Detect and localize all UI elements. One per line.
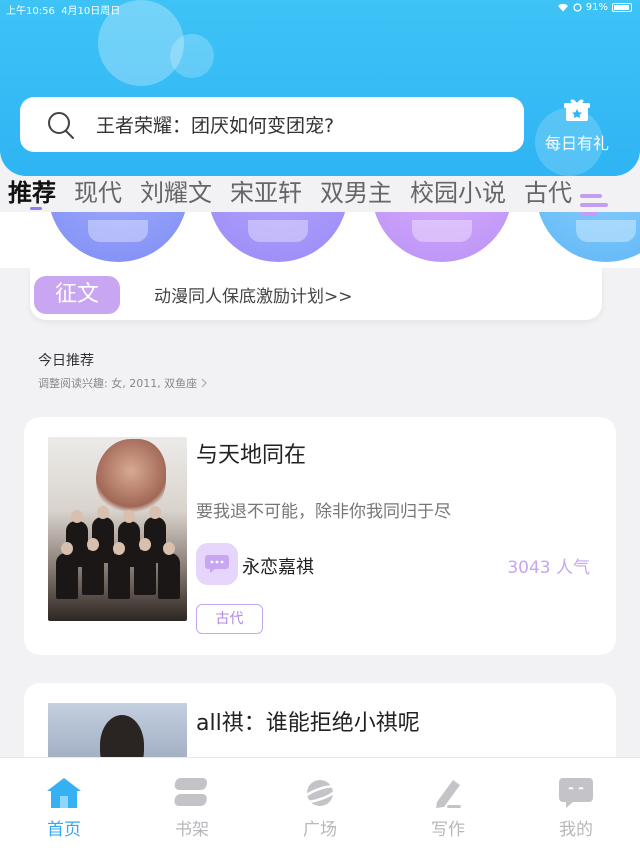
notice-badge: 征文 — [34, 276, 120, 314]
author-name[interactable]: 永恋嘉祺 — [242, 553, 314, 579]
nav-home[interactable]: 首页 — [0, 758, 128, 853]
profile-chat-icon — [559, 778, 593, 808]
bottom-nav: 首页 书架 广场 写作 我的 — [0, 757, 640, 853]
interest-settings-link[interactable]: 调整阅读兴趣: 女, 2011, 双鱼座 — [38, 375, 208, 391]
daily-gift-label: 每日有礼 — [544, 134, 609, 153]
nav-profile-label: 我的 — [559, 820, 593, 840]
book-title: all祺：谁能拒绝小祺呢 — [196, 711, 420, 736]
book-cover — [48, 437, 187, 621]
search-bar[interactable]: 王者荣耀：团厌如何变团宠? — [20, 97, 524, 152]
nav-profile[interactable]: 我的 — [512, 758, 640, 853]
status-date: 4月10日周日 — [61, 6, 121, 17]
category-circle[interactable] — [208, 212, 348, 262]
daily-gift-button[interactable]: 每日有礼 — [540, 98, 614, 154]
section-title: 今日推荐 — [38, 353, 94, 369]
category-tabs: 推荐 现代 刘耀文 宋亚轩 双男主 校园小说 古代 — [0, 176, 640, 212]
nav-square-label: 广场 — [303, 820, 337, 840]
nav-bookshelf-label: 书架 — [175, 820, 209, 840]
nav-square[interactable]: 广场 — [256, 758, 384, 853]
gift-icon — [564, 99, 590, 121]
nav-write-label: 写作 — [431, 820, 465, 840]
book-card[interactable]: 与天地同在 要我退不可能，除非你我同归于尽 永恋嘉祺 3043 人气 古代 — [24, 417, 616, 655]
chevron-right-icon — [201, 378, 208, 388]
tab-menu-icon[interactable] — [574, 188, 614, 228]
header: 上午10:56 4月10日周日 91% 王者荣耀：团厌如何变团宠? 每日有礼 — [0, 0, 640, 176]
book-description: 要我退不可能，除非你我同归于尽 — [196, 502, 451, 522]
popularity-count: 3043 人气 — [507, 558, 590, 578]
tab-campus[interactable]: 校园小说 — [410, 176, 506, 212]
category-circle[interactable] — [372, 212, 512, 262]
planet-icon — [301, 780, 339, 806]
nav-write[interactable]: 写作 — [384, 758, 512, 853]
tab-modern[interactable]: 现代 — [74, 176, 122, 212]
chat-bubble-icon — [205, 555, 229, 573]
tab-ancient[interactable]: 古代 — [524, 176, 572, 212]
tab-double-male[interactable]: 双男主 — [320, 176, 392, 212]
bookshelf-icon — [174, 778, 208, 806]
battery-icon — [612, 3, 632, 12]
notice-text: 动漫同人保底激励计划>> — [154, 287, 353, 307]
status-time: 上午10:56 — [6, 6, 55, 17]
decor-bubble — [170, 34, 214, 78]
nav-bookshelf[interactable]: 书架 — [128, 758, 256, 853]
notice-banner[interactable]: 征文 动漫同人保底激励计划>> — [30, 268, 602, 320]
pen-icon — [436, 780, 461, 808]
lock-rotation-icon — [573, 3, 582, 12]
tab-recommend[interactable]: 推荐 — [8, 176, 56, 212]
author-avatar[interactable] — [196, 543, 238, 585]
wifi-icon — [557, 3, 568, 12]
search-icon — [48, 111, 74, 139]
home-icon — [47, 778, 81, 808]
genre-tag[interactable]: 古代 — [196, 604, 263, 634]
book-title: 与天地同在 — [196, 443, 307, 468]
section-subtitle: 调整阅读兴趣: 女, 2011, 双鱼座 — [38, 377, 198, 390]
tab-liu-yaowen[interactable]: 刘耀文 — [140, 176, 212, 212]
category-strip — [0, 212, 640, 268]
nav-home-label: 首页 — [47, 820, 81, 840]
tab-song-yaxuan[interactable]: 宋亚轩 — [230, 176, 302, 212]
search-placeholder: 王者荣耀：团厌如何变团宠? — [96, 115, 335, 137]
status-bar: 上午10:56 4月10日周日 91% — [0, 0, 640, 17]
battery-level: 91% — [585, 2, 608, 13]
category-circle[interactable] — [48, 212, 188, 262]
